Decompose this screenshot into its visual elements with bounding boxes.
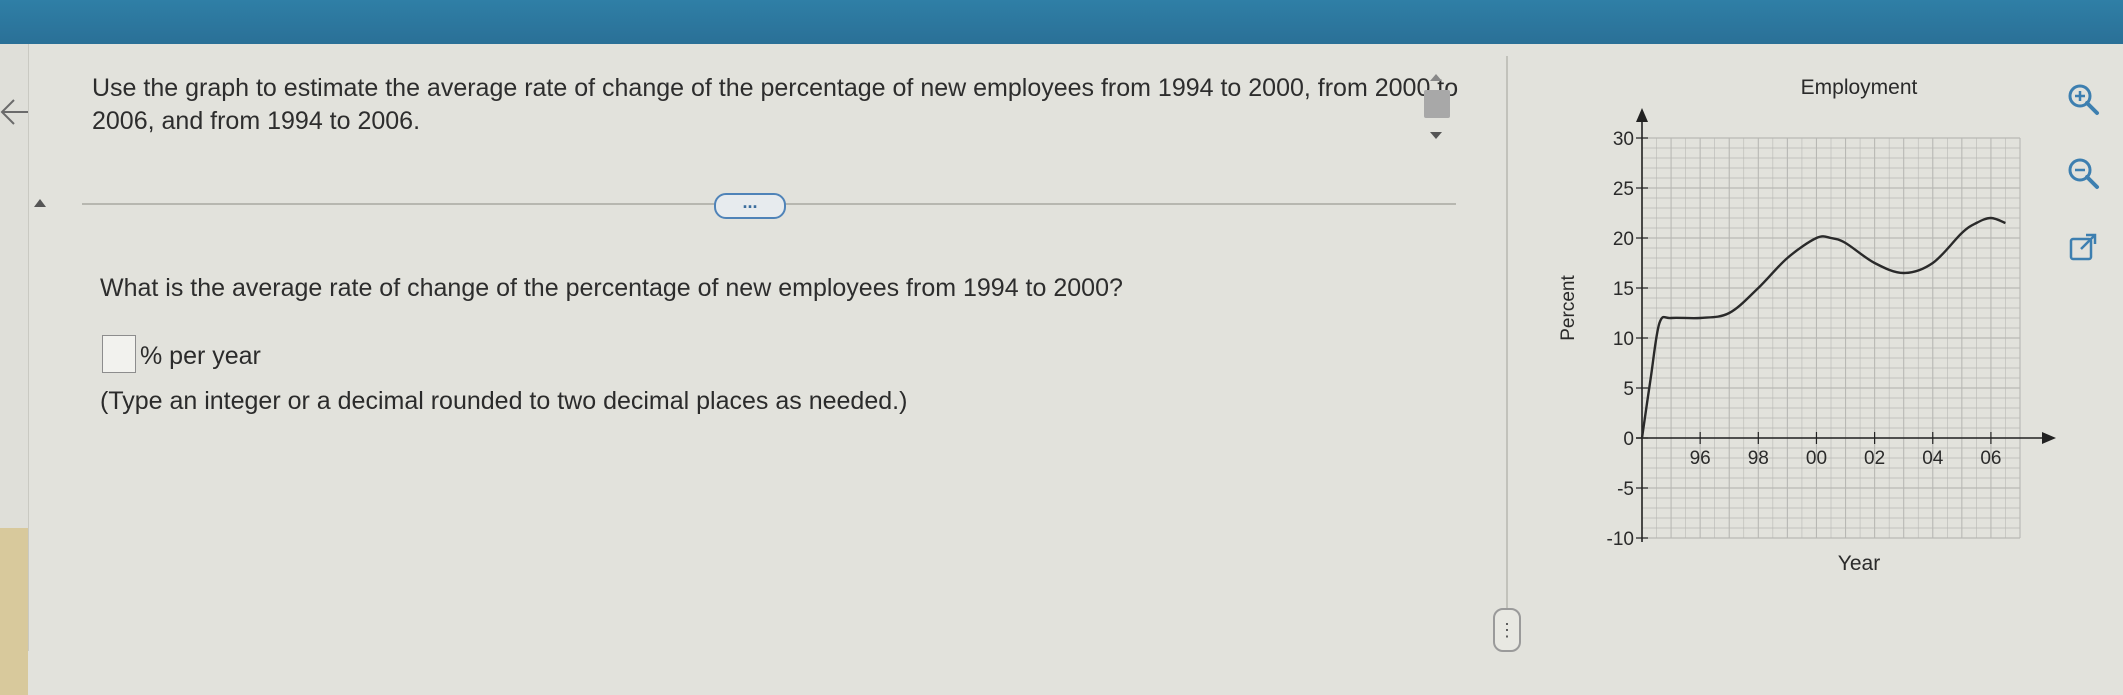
y-tick-label: -5 [1617, 479, 1634, 500]
y-tick-label: 10 [1613, 329, 1634, 350]
sub-question: What is the average rate of change of th… [100, 274, 1123, 302]
left-sidebar [0, 44, 29, 695]
x-tick-label: 02 [1864, 448, 1885, 469]
x-tick-label: 00 [1806, 448, 1827, 469]
collapse-up-icon[interactable] [34, 199, 46, 207]
scrollbar-thumb[interactable] [1424, 90, 1450, 118]
answer-input[interactable] [102, 335, 136, 373]
question-prompt: Use the graph to estimate the average ra… [92, 74, 1459, 135]
zoom-out-icon[interactable] [2066, 156, 2100, 190]
x-tick-label: 04 [1922, 448, 1944, 469]
y-tick-label: 30 [1613, 129, 1634, 150]
y-tick-label: 0 [1623, 429, 1634, 450]
y-tick-label: 15 [1613, 279, 1634, 300]
y-axis-arrow [1636, 108, 1648, 122]
answer-hint: (Type an integer or a decimal rounded to… [100, 387, 908, 415]
chart-title: Employment [1801, 76, 1918, 99]
question-panel: Use the graph to estimate the average ra… [56, 44, 1496, 651]
x-tick-label: 96 [1690, 448, 1711, 469]
x-tick-label: 98 [1748, 448, 1769, 469]
y-tick-label: 20 [1613, 229, 1634, 250]
zoom-in-icon[interactable] [2066, 82, 2100, 116]
y-tick-label: 5 [1623, 379, 1634, 400]
y-tick-label: 25 [1613, 179, 1634, 200]
panel-resize-handle[interactable]: ⋮ [1493, 608, 1521, 652]
y-axis-label: Percent [1558, 275, 1579, 341]
top-bar [0, 0, 2123, 44]
scroll-down-icon[interactable] [1430, 132, 1442, 139]
x-axis-arrow [2042, 432, 2056, 444]
employment-chart: -10 -5 0 5 10 15 20 25 30 96 98 00 02 04 06 Employment Y… [1540, 60, 2090, 600]
sidebar-accent [0, 528, 28, 695]
external-link-icon[interactable] [2066, 230, 2100, 264]
arrow-left-icon[interactable] [0, 92, 30, 132]
x-axis-label: Year [1838, 552, 1880, 575]
y-tick-label: -10 [1607, 529, 1634, 550]
more-button[interactable]: ... [714, 193, 786, 219]
scroll-up-icon[interactable] [1430, 74, 1442, 81]
panel-divider [1506, 56, 1508, 651]
answer-unit: % per year [140, 342, 261, 370]
x-tick-label: 06 [1980, 448, 2001, 469]
